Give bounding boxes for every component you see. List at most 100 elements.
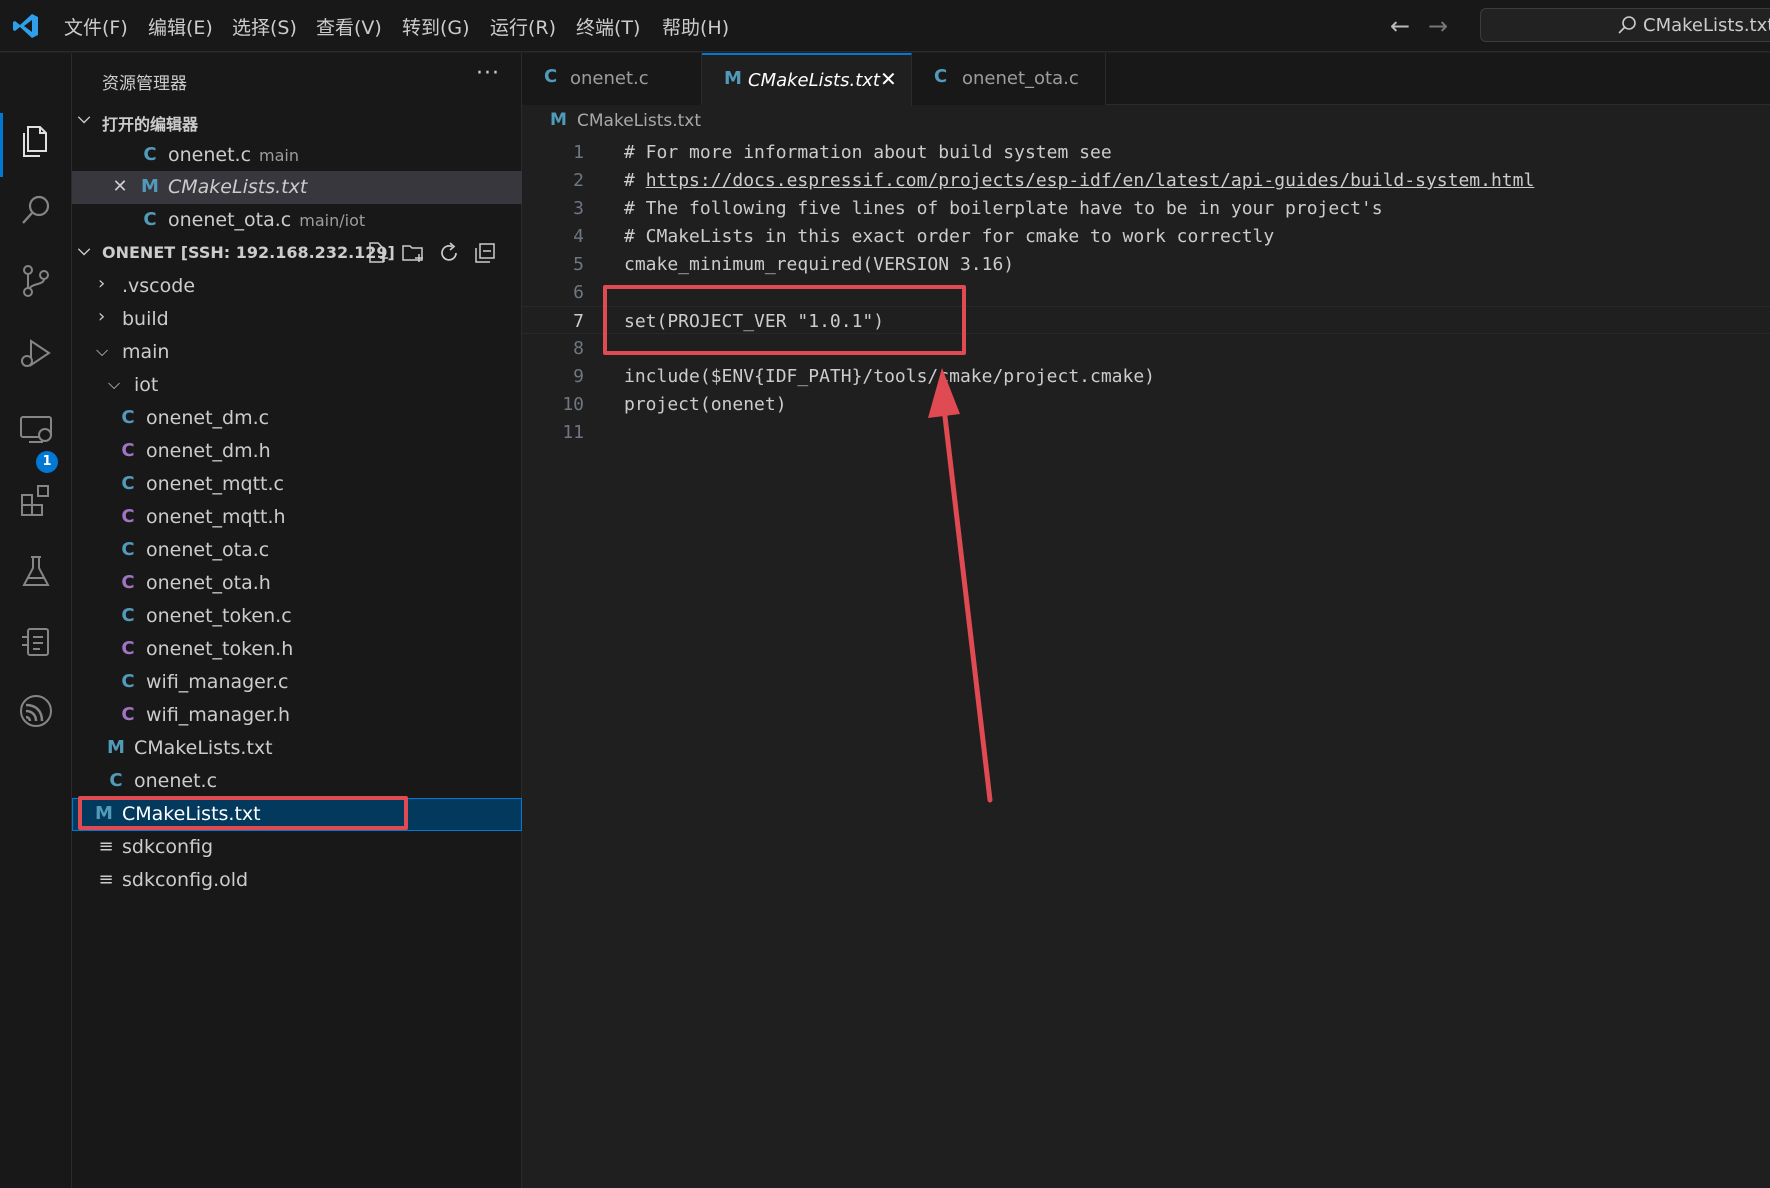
folder-row[interactable]: › build xyxy=(72,303,522,336)
file-name: CMakeLists.txt xyxy=(134,737,273,759)
file-name: sdkconfig.old xyxy=(122,869,249,891)
file-name: onenet_token.c xyxy=(146,605,292,627)
h-file-icon: C xyxy=(121,506,135,527)
menu-file[interactable]: 文件(F) xyxy=(64,13,128,40)
code-line: 1 # For more information about build sys… xyxy=(522,138,1770,166)
line-number: 10 xyxy=(562,394,584,415)
testing-flask-icon[interactable] xyxy=(16,551,56,591)
cmake-file-icon: M xyxy=(724,68,742,89)
open-editors-title: 打开的编辑器 xyxy=(102,115,199,134)
menu-help[interactable]: 帮助(H) xyxy=(662,13,729,40)
cmake-file-icon: M xyxy=(107,737,125,758)
explorer-sidebar: 资源管理器 ··· ⌵ 打开的编辑器 C onenet.c main ✕ M CM… xyxy=(72,53,522,1188)
code-text: # CMakeLists in this exact order for cma… xyxy=(624,226,1275,247)
file-row[interactable]: C onenet_token.h xyxy=(72,633,522,666)
open-editor-item-active[interactable]: ✕ M CMakeLists.txt xyxy=(72,171,522,204)
file-name: onenet_mqtt.c xyxy=(146,473,284,495)
menu-selection[interactable]: 选择(S) xyxy=(232,13,297,40)
file-row[interactable]: C onenet.c xyxy=(72,765,522,798)
file-row[interactable]: C onenet_dm.c xyxy=(72,402,522,435)
folder-name: build xyxy=(122,308,169,330)
file-row[interactable]: C onenet_ota.h xyxy=(72,567,522,600)
file-name: onenet_dm.h xyxy=(146,440,271,462)
chevron-down-icon: ⌵ xyxy=(78,240,91,259)
tab-onenet-ota-c[interactable]: C onenet_ota.c xyxy=(912,53,1106,105)
cmake-file-icon: M xyxy=(550,110,567,130)
file-row[interactable]: ≡ sdkconfig.old xyxy=(72,864,522,897)
refresh-icon[interactable] xyxy=(436,240,462,266)
explorer-files-icon[interactable] xyxy=(16,121,56,161)
new-folder-icon[interactable] xyxy=(400,240,426,266)
h-file-icon: C xyxy=(121,572,135,593)
line-number: 5 xyxy=(573,254,584,275)
back-arrow-icon[interactable]: ← xyxy=(1390,12,1410,40)
line-number: 4 xyxy=(573,226,584,247)
vscode-logo-icon xyxy=(13,14,38,38)
file-name: onenet_dm.c xyxy=(146,407,270,429)
open-editor-desc: main xyxy=(259,146,300,165)
file-row[interactable]: C onenet_dm.h xyxy=(72,435,522,468)
close-icon[interactable]: ✕ xyxy=(110,176,130,197)
extensions-badge: 1 xyxy=(36,451,58,473)
cmake-file-icon: M xyxy=(141,176,159,197)
c-file-icon: C xyxy=(121,407,135,428)
chevron-right-icon: › xyxy=(98,273,106,294)
open-editor-item[interactable]: C onenet_ota.c main/iot xyxy=(72,204,522,237)
open-editor-item[interactable]: C onenet.c main xyxy=(72,139,522,172)
open-editors-header[interactable]: ⌵ 打开的编辑器 xyxy=(72,106,522,136)
command-center-search[interactable]: CMakeLists.txt - xyxy=(1480,8,1770,42)
chevron-down-icon: ⌵ xyxy=(108,374,121,393)
forward-arrow-icon[interactable]: → xyxy=(1428,12,1448,40)
file-row[interactable]: C onenet_mqtt.h xyxy=(72,501,522,534)
folder-row[interactable]: ⌵ iot xyxy=(72,369,522,402)
file-name: onenet_ota.c xyxy=(146,539,270,561)
code-line: 9 include($ENV{IDF_PATH}/tools/cmake/pro… xyxy=(522,362,1770,390)
tab-onenet-c[interactable]: C onenet.c xyxy=(522,53,702,105)
file-row[interactable]: C onenet_mqtt.c xyxy=(72,468,522,501)
h-file-icon: C xyxy=(121,440,135,461)
clipboard-device-icon[interactable] xyxy=(16,621,56,661)
file-row[interactable]: C onenet_ota.c xyxy=(72,534,522,567)
breadcrumb-item[interactable]: CMakeLists.txt xyxy=(577,111,701,131)
collapse-all-icon[interactable] xyxy=(472,240,498,266)
line-number: 1 xyxy=(573,142,584,163)
c-file-icon: C xyxy=(121,605,135,626)
code-line: 3 # The following five lines of boilerpl… xyxy=(522,194,1770,222)
new-file-icon[interactable] xyxy=(364,240,390,266)
code-text: project(onenet) xyxy=(624,394,787,415)
c-file-icon: C xyxy=(121,473,135,494)
c-file-icon: C xyxy=(121,671,135,692)
annotation-highlight-box xyxy=(78,796,408,830)
file-row[interactable]: C onenet_token.c xyxy=(72,600,522,633)
file-row[interactable]: C wifi_manager.h xyxy=(72,699,522,732)
file-row[interactable]: M CMakeLists.txt xyxy=(72,732,522,765)
folder-row[interactable]: ⌵ main xyxy=(72,336,522,369)
source-control-icon[interactable] xyxy=(16,261,56,301)
line-number: 11 xyxy=(562,422,584,443)
espressif-icon[interactable] xyxy=(16,691,56,731)
menu-terminal[interactable]: 终端(T) xyxy=(576,13,640,40)
folder-row[interactable]: › .vscode xyxy=(72,270,522,303)
workspace-header[interactable]: ⌵ ONENET [SSH: 192.168.232.129] xyxy=(72,238,522,268)
menu-go[interactable]: 转到(G) xyxy=(402,13,470,40)
extensions-icon[interactable] xyxy=(16,481,56,521)
menu-run[interactable]: 运行(R) xyxy=(490,13,556,40)
tab-cmakelists[interactable]: M CMakeLists.txt ✕ xyxy=(702,53,912,106)
remote-explorer-icon[interactable] xyxy=(16,409,56,449)
code-text: include($ENV{IDF_PATH}/tools/cmake/proje… xyxy=(624,366,1156,387)
run-debug-icon[interactable] xyxy=(16,333,56,373)
menu-edit[interactable]: 编辑(E) xyxy=(148,13,213,40)
c-file-icon: C xyxy=(109,770,123,791)
menu-view[interactable]: 查看(V) xyxy=(316,13,382,40)
c-file-icon: C xyxy=(934,66,948,87)
search-icon[interactable] xyxy=(16,191,56,231)
c-file-icon: C xyxy=(121,539,135,560)
chevron-right-icon: › xyxy=(98,306,106,327)
docs-link[interactable]: https://docs.espressif.com/projects/esp-… xyxy=(646,170,1535,191)
code-line: 4 # CMakeLists in this exact order for c… xyxy=(522,222,1770,250)
close-icon[interactable]: ✕ xyxy=(880,67,897,91)
file-row[interactable]: C wifi_manager.c xyxy=(72,666,522,699)
line-number: 8 xyxy=(573,338,584,359)
file-row[interactable]: ≡ sdkconfig xyxy=(72,831,522,864)
more-actions-icon[interactable]: ··· xyxy=(476,61,500,86)
